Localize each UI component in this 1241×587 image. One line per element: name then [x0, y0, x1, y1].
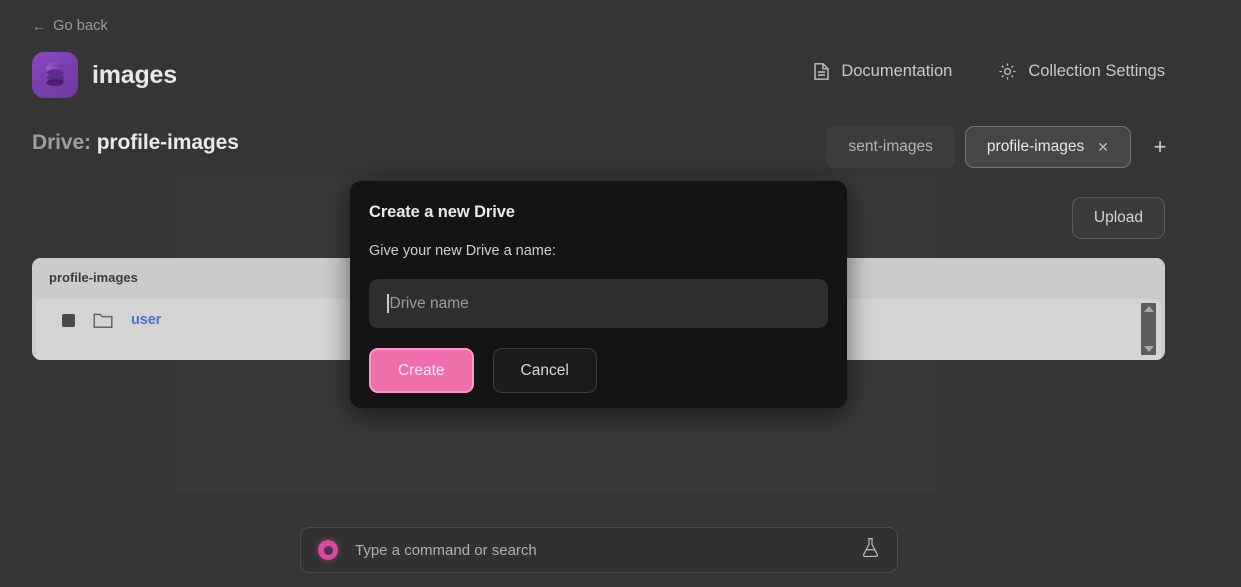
document-icon — [814, 63, 830, 80]
drive-row: Drive: profile-images sent-images profil… — [0, 126, 1241, 172]
drive-tab-sent-images[interactable]: sent-images — [826, 126, 955, 168]
upload-button[interactable]: Upload — [1071, 197, 1165, 239]
add-drive-button[interactable]: + — [1147, 130, 1173, 164]
documentation-label: Documentation — [841, 62, 953, 80]
scroll-down-icon[interactable] — [1143, 346, 1154, 352]
row-checkbox[interactable] — [62, 313, 75, 327]
drive-title-label: Drive: — [32, 131, 91, 154]
dialog-actions: Create Cancel — [369, 348, 828, 393]
status-dot-icon — [318, 540, 338, 560]
file-name-link[interactable]: user — [131, 312, 161, 328]
close-icon[interactable]: ✕ — [1097, 140, 1109, 154]
drive-name-placeholder: Drive name — [389, 294, 469, 312]
scroll-up-icon[interactable] — [1143, 306, 1154, 312]
documentation-link[interactable]: Documentation — [813, 62, 952, 81]
brand-name: images — [92, 60, 177, 89]
create-drive-dialog: Create a new Drive Give your new Drive a… — [350, 181, 847, 408]
back-arrow-icon: ← — [32, 18, 47, 34]
drive-title-value: profile-images — [96, 131, 239, 154]
command-bar-placeholder: Type a command or search — [355, 541, 537, 559]
app-header: images Documentation Collection Settings — [0, 52, 1241, 104]
drive-name-input[interactable]: Drive name — [369, 279, 828, 328]
drive-tab-profile-images[interactable]: profile-images ✕ — [964, 126, 1131, 168]
page-title: Drive: profile-images — [32, 131, 239, 155]
drive-tab-label: profile-images — [986, 138, 1085, 155]
go-back-link[interactable]: ← Go back — [32, 18, 108, 34]
command-bar[interactable]: Type a command or search — [300, 527, 898, 573]
go-back-label: Go back — [53, 18, 108, 34]
header-actions: Documentation Collection Settings — [813, 62, 1165, 81]
text-caret — [387, 294, 389, 313]
collection-settings-link[interactable]: Collection Settings — [998, 62, 1165, 81]
create-button[interactable]: Create — [369, 348, 474, 393]
flask-icon[interactable] — [861, 537, 880, 563]
brand[interactable]: images — [32, 52, 177, 98]
drive-tabs: sent-images profile-images ✕ + — [826, 126, 1173, 168]
vertical-scrollbar[interactable] — [1141, 303, 1156, 355]
dialog-subtitle: Give your new Drive a name: — [369, 243, 556, 259]
drive-tab-label: sent-images — [848, 138, 933, 155]
app-root: ← Go back images Documentation Collectio… — [0, 0, 1241, 587]
gear-icon — [999, 63, 1016, 80]
dialog-title: Create a new Drive — [369, 203, 515, 221]
cancel-button[interactable]: Cancel — [492, 348, 597, 393]
database-stack-icon — [46, 62, 64, 87]
folder-icon — [93, 313, 113, 328]
app-logo — [32, 52, 78, 98]
collection-settings-label: Collection Settings — [1028, 62, 1165, 80]
